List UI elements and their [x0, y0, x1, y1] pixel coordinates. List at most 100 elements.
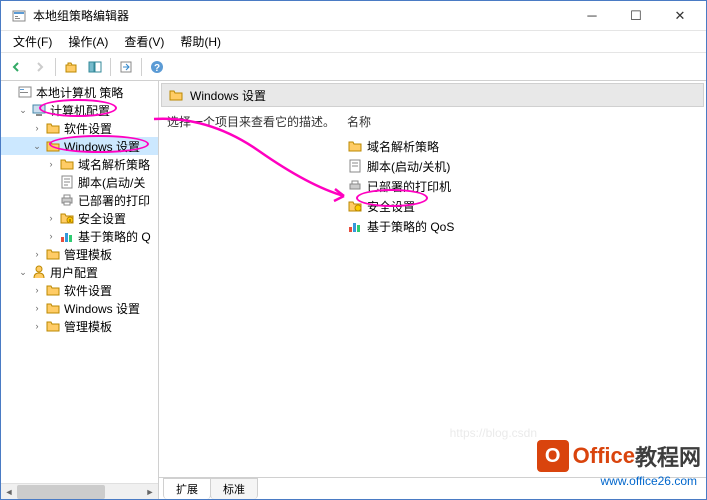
export-button[interactable]	[115, 56, 137, 78]
security-icon	[59, 210, 75, 226]
security-icon	[347, 198, 363, 214]
computer-icon	[31, 102, 47, 118]
tab-extended[interactable]: 扩展	[163, 478, 211, 499]
folder-icon	[347, 138, 363, 154]
tree-computer-config[interactable]: ⌄ 计算机配置	[1, 101, 158, 119]
chart-icon	[59, 228, 75, 244]
collapse-icon[interactable]: ⌄	[17, 266, 29, 278]
tree-user-admin[interactable]: › 管理模板	[1, 317, 158, 335]
expand-icon[interactable]: ›	[31, 320, 43, 332]
expand-icon[interactable]: ›	[31, 248, 43, 260]
expand-icon[interactable]: ›	[45, 158, 57, 170]
watermark-brand1: Office	[573, 443, 635, 469]
list-item-printers[interactable]: 已部署的打印机	[347, 176, 698, 196]
help-button[interactable]: ?	[146, 56, 168, 78]
svg-text:?: ?	[154, 63, 160, 74]
separator	[141, 58, 142, 76]
tree-user-windows[interactable]: › Windows 设置	[1, 299, 158, 317]
maximize-button[interactable]: ☐	[614, 2, 658, 30]
expand-icon[interactable]	[3, 86, 15, 98]
name-column-header[interactable]: 名称	[347, 113, 698, 136]
expand-icon[interactable]: ›	[31, 302, 43, 314]
item-label: 基于策略的 QoS	[367, 218, 454, 235]
tree-label: 脚本(启动/关	[78, 174, 145, 191]
collapse-icon[interactable]: ⌄	[31, 140, 43, 152]
tree-qos[interactable]: › 基于策略的 Q	[1, 227, 158, 245]
separator	[110, 58, 111, 76]
tree-label: 已部署的打印	[78, 192, 150, 209]
close-button[interactable]: ✕	[658, 2, 702, 30]
script-icon	[347, 158, 363, 174]
list-item-name-resolution[interactable]: 域名解析策略	[347, 136, 698, 156]
tree-label: Windows 设置	[64, 138, 140, 155]
tree-label: 用户配置	[50, 264, 98, 281]
list-item-scripts[interactable]: 脚本(启动/关机)	[347, 156, 698, 176]
tree-label: 管理模板	[64, 246, 112, 263]
menubar: 文件(F) 操作(A) 查看(V) 帮助(H)	[1, 31, 706, 53]
script-icon	[59, 174, 75, 190]
tree-label: 基于策略的 Q	[78, 228, 151, 245]
menu-help[interactable]: 帮助(H)	[172, 31, 229, 52]
list-item-qos[interactable]: 基于策略的 QoS	[347, 216, 698, 236]
office-logo-icon: O	[537, 440, 569, 472]
tree-label: 软件设置	[64, 120, 112, 137]
menu-file[interactable]: 文件(F)	[5, 31, 60, 52]
tree-software-settings[interactable]: › 软件设置	[1, 119, 158, 137]
collapse-icon[interactable]: ⌄	[17, 104, 29, 116]
content-header: Windows 设置	[161, 83, 704, 107]
up-button[interactable]	[60, 56, 82, 78]
scroll-left-button[interactable]: ◄	[1, 484, 17, 499]
separator	[55, 58, 56, 76]
app-icon	[11, 8, 27, 24]
watermark-logo: O Office 教程网	[537, 440, 701, 472]
expand-icon[interactable]: ›	[45, 212, 57, 224]
tree-printers[interactable]: 已部署的打印	[1, 191, 158, 209]
tree-panel[interactable]: 本地计算机 策略 ⌄ 计算机配置 › 软件设置 ⌄ Windows 设置 › 域…	[1, 81, 159, 499]
chart-icon	[347, 218, 363, 234]
printer-icon	[59, 192, 75, 208]
tree-windows-settings[interactable]: ⌄ Windows 设置	[1, 137, 158, 155]
tree-label: 管理模板	[64, 318, 112, 335]
item-label: 脚本(启动/关机)	[367, 158, 450, 175]
tree-label: 软件设置	[64, 282, 112, 299]
tree-root[interactable]: 本地计算机 策略	[1, 83, 158, 101]
titlebar: 本地组策略编辑器 ─ ☐ ✕	[1, 1, 706, 31]
watermark-brand2: 教程网	[635, 440, 701, 472]
tree-user-config[interactable]: ⌄ 用户配置	[1, 263, 158, 281]
folder-icon	[168, 87, 184, 103]
csdn-watermark: https://blog.csdn	[450, 426, 537, 440]
tree-label: 域名解析策略	[78, 156, 150, 173]
tree-label: 本地计算机 策略	[36, 84, 123, 101]
policy-icon	[17, 84, 33, 100]
tree-admin-templates[interactable]: › 管理模板	[1, 245, 158, 263]
description-text: 选择一个项目来查看它的描述。	[167, 113, 337, 136]
tree-security[interactable]: › 安全设置	[1, 209, 158, 227]
tab-standard[interactable]: 标准	[210, 478, 258, 499]
expand-icon[interactable]: ›	[45, 230, 57, 242]
window-title: 本地组策略编辑器	[33, 7, 570, 24]
tree-label: Windows 设置	[64, 300, 140, 317]
tree-name-resolution[interactable]: › 域名解析策略	[1, 155, 158, 173]
show-hide-tree-button[interactable]	[84, 56, 106, 78]
folder-icon	[45, 318, 61, 334]
scroll-track[interactable]	[17, 484, 142, 499]
menu-view[interactable]: 查看(V)	[116, 31, 172, 52]
expand-icon[interactable]: ›	[31, 284, 43, 296]
detail-area: 选择一个项目来查看它的描述。 名称 域名解析策略 脚本(启动/关机)	[159, 109, 706, 477]
scroll-thumb[interactable]	[17, 485, 105, 499]
watermark-url: www.office26.com	[601, 474, 698, 488]
minimize-button[interactable]: ─	[570, 2, 614, 30]
folder-icon	[45, 120, 61, 136]
forward-button[interactable]	[29, 56, 51, 78]
expand-icon[interactable]: ›	[31, 122, 43, 134]
menu-action[interactable]: 操作(A)	[60, 31, 116, 52]
back-button[interactable]	[5, 56, 27, 78]
user-icon	[31, 264, 47, 280]
item-label: 已部署的打印机	[367, 178, 451, 195]
tree-scripts[interactable]: 脚本(启动/关	[1, 173, 158, 191]
list-item-security[interactable]: 安全设置	[347, 196, 698, 216]
tree-scrollbar-h[interactable]: ◄ ►	[1, 483, 158, 499]
tree-user-software[interactable]: › 软件设置	[1, 281, 158, 299]
toolbar: ?	[1, 53, 706, 81]
scroll-right-button[interactable]: ►	[142, 484, 158, 499]
